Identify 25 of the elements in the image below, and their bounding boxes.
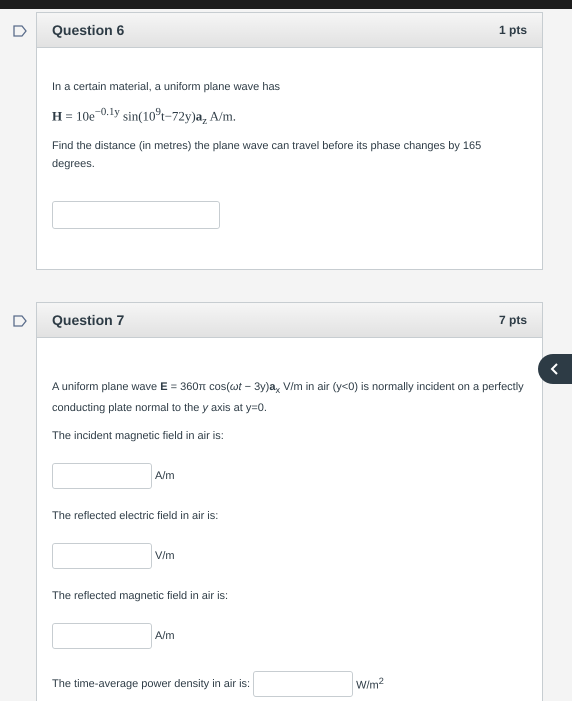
flag-icon[interactable]	[13, 314, 27, 327]
unit-label: W/m$^{2}$	[356, 676, 384, 692]
question-text: The reflected magnetic field in air is:	[52, 589, 230, 604]
question-text: A uniform plane wave E = 360π cos(ωt − 3y)a$_{x}$ V/m in air (y<0) is normally incident on a perfectly conducting plate normal to the y axis at y=0.	[52, 380, 525, 416]
question-text: The time-average power density in air is:	[52, 677, 250, 692]
answer-field[interactable]	[52, 200, 220, 229]
question-text: The reflected electric field in air is:	[52, 509, 220, 524]
question-text: The incident magnetic field in air is:	[52, 429, 225, 444]
question-title: Question 6	[52, 22, 124, 38]
question-text: In a certain material, a uniform plane wave has	[52, 80, 282, 95]
equation: H = 10e$^{−0.1y}$ sin(10$^{9}$t−72y)a$_{z}$ A/m.	[52, 106, 237, 127]
question-title: Question 7	[52, 312, 124, 328]
question-points: 1 pts	[498, 23, 527, 37]
answer-field[interactable]	[253, 671, 354, 698]
answer-field[interactable]	[52, 623, 152, 650]
answer-field[interactable]	[52, 543, 152, 570]
question-points: 7 pts	[498, 312, 527, 327]
unit-label: V/m	[155, 550, 175, 562]
question-text: Find the distance (in metres) the plane wave can travel before its phase changes by 165 degrees.	[52, 138, 482, 172]
answer-field[interactable]	[52, 463, 152, 490]
chevron-left-icon	[550, 363, 560, 375]
flag-icon[interactable]	[13, 25, 27, 37]
collapse-button[interactable]	[538, 354, 572, 384]
unit-label: A/m	[155, 470, 175, 482]
unit-label: A/m	[155, 630, 175, 642]
